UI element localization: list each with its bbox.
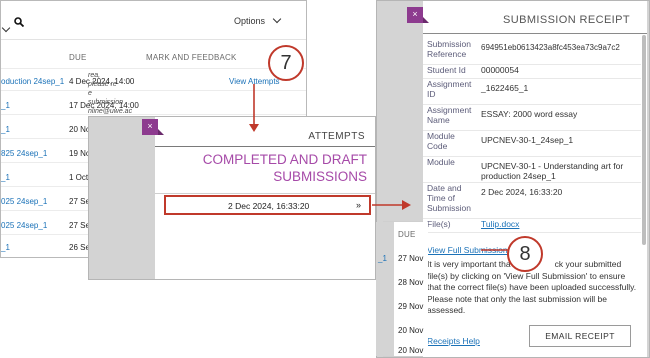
arrow-head: [249, 124, 259, 132]
callout-8: 8: [507, 236, 543, 272]
annotation-arrows: [249, 84, 508, 251]
callout-7: 7: [268, 45, 304, 81]
arrow-head: [402, 200, 411, 210]
